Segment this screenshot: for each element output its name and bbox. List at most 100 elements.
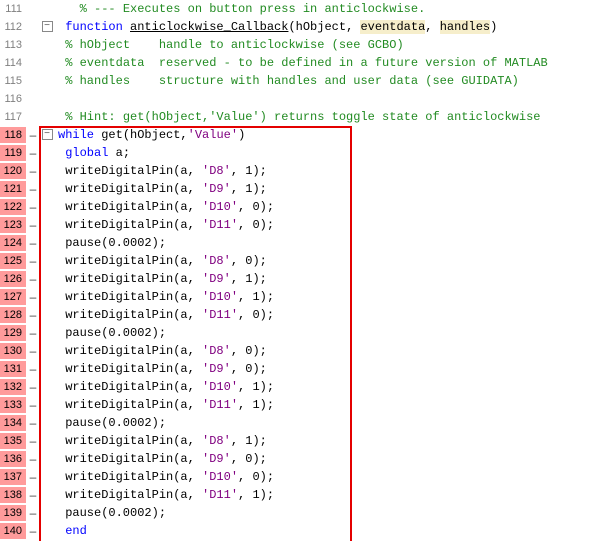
exec-marker: – [26, 216, 40, 234]
code-text[interactable]: pause(0.0002); [54, 324, 595, 342]
editor-line: 128– writeDigitalPin(a, 'D11', 0); [0, 306, 595, 324]
exec-marker: – [26, 270, 40, 288]
line-number[interactable]: 136 [0, 451, 26, 468]
code-text[interactable]: writeDigitalPin(a, 'D9', 1); [54, 270, 595, 288]
code-text[interactable]: writeDigitalPin(a, 'D8', 1); [54, 432, 595, 450]
exec-marker: – [26, 180, 40, 198]
code-text[interactable]: writeDigitalPin(a, 'D11', 0); [54, 216, 595, 234]
editor-line: 139– pause(0.0002); [0, 504, 595, 522]
line-number[interactable]: 125 [0, 253, 26, 270]
line-number[interactable]: 116 [0, 91, 26, 108]
code-text[interactable]: while get(hObject,'Value') [54, 126, 595, 144]
code-text[interactable]: writeDigitalPin(a, 'D11', 1); [54, 396, 595, 414]
code-text[interactable]: writeDigitalPin(a, 'D8', 0); [54, 342, 595, 360]
exec-marker: – [26, 522, 40, 540]
line-number[interactable]: 137 [0, 469, 26, 486]
code-text[interactable]: % --- Executes on button press in anticl… [54, 0, 595, 18]
code-text[interactable]: writeDigitalPin(a, 'D8', 1); [54, 162, 595, 180]
exec-marker: – [26, 396, 40, 414]
code-text[interactable]: % handles structure with handles and use… [54, 72, 595, 90]
editor-line: 118–−while get(hObject,'Value') [0, 126, 595, 144]
code-text[interactable]: writeDigitalPin(a, 'D10', 1); [54, 378, 595, 396]
line-number[interactable]: 111 [0, 1, 26, 18]
line-number[interactable]: 124 [0, 235, 26, 252]
line-number[interactable]: 117 [0, 109, 26, 126]
editor-line: 140– end [0, 522, 595, 540]
exec-marker: – [26, 306, 40, 324]
exec-marker: – [26, 504, 40, 522]
line-number[interactable]: 115 [0, 73, 26, 90]
code-text[interactable]: writeDigitalPin(a, 'D10', 1); [54, 288, 595, 306]
editor-line: 127– writeDigitalPin(a, 'D10', 1); [0, 288, 595, 306]
code-text[interactable]: function anticlockwise_Callback(hObject,… [54, 18, 595, 36]
code-text[interactable]: writeDigitalPin(a, 'D8', 0); [54, 252, 595, 270]
line-number[interactable]: 129 [0, 325, 26, 342]
line-number[interactable]: 114 [0, 55, 26, 72]
code-text[interactable]: global a; [54, 144, 595, 162]
code-text[interactable]: pause(0.0002); [54, 234, 595, 252]
editor-line: 115 % handles structure with handles and… [0, 72, 595, 90]
line-number[interactable]: 130 [0, 343, 26, 360]
line-number[interactable]: 140 [0, 523, 26, 540]
code-text[interactable]: % Hint: get(hObject,'Value') returns tog… [54, 108, 595, 126]
editor-line: 131– writeDigitalPin(a, 'D9', 0); [0, 360, 595, 378]
code-text[interactable]: writeDigitalPin(a, 'D9', 0); [54, 450, 595, 468]
editor-line: 111 % --- Executes on button press in an… [0, 0, 595, 18]
code-text[interactable]: writeDigitalPin(a, 'D9', 1); [54, 180, 595, 198]
exec-marker: – [26, 288, 40, 306]
fold-toggle[interactable]: − [42, 129, 53, 140]
line-number[interactable]: 128 [0, 307, 26, 324]
code-text[interactable]: writeDigitalPin(a, 'D10', 0); [54, 198, 595, 216]
editor-line: 114 % eventdata reserved - to be defined… [0, 54, 595, 72]
exec-marker: – [26, 450, 40, 468]
code-text[interactable]: writeDigitalPin(a, 'D10', 0); [54, 468, 595, 486]
exec-marker: – [26, 198, 40, 216]
editor-line: 125– writeDigitalPin(a, 'D8', 0); [0, 252, 595, 270]
editor-line: 116 [0, 90, 595, 108]
editor-line: 129– pause(0.0002); [0, 324, 595, 342]
fold-toggle[interactable]: − [42, 21, 53, 32]
exec-marker: – [26, 468, 40, 486]
editor-line: 132– writeDigitalPin(a, 'D10', 1); [0, 378, 595, 396]
code-text[interactable]: writeDigitalPin(a, 'D11', 0); [54, 306, 595, 324]
code-text[interactable]: writeDigitalPin(a, 'D11', 1); [54, 486, 595, 504]
code-text[interactable]: writeDigitalPin(a, 'D9', 0); [54, 360, 595, 378]
editor-line: 138– writeDigitalPin(a, 'D11', 1); [0, 486, 595, 504]
code-text[interactable]: end [54, 522, 595, 540]
line-number[interactable]: 132 [0, 379, 26, 396]
editor-line: 120– writeDigitalPin(a, 'D8', 1); [0, 162, 595, 180]
editor-line: 117 % Hint: get(hObject,'Value') returns… [0, 108, 595, 126]
line-number[interactable]: 138 [0, 487, 26, 504]
line-number[interactable]: 131 [0, 361, 26, 378]
exec-marker: – [26, 126, 40, 144]
exec-marker: – [26, 360, 40, 378]
line-number[interactable]: 123 [0, 217, 26, 234]
line-number[interactable]: 120 [0, 163, 26, 180]
code-text[interactable]: pause(0.0002); [54, 504, 595, 522]
editor-line: 113 % hObject handle to anticlockwise (s… [0, 36, 595, 54]
editor-line: 134– pause(0.0002); [0, 414, 595, 432]
code-text[interactable]: % hObject handle to anticlockwise (see G… [54, 36, 595, 54]
line-number[interactable]: 113 [0, 37, 26, 54]
editor-line: 135– writeDigitalPin(a, 'D8', 1); [0, 432, 595, 450]
line-number[interactable]: 126 [0, 271, 26, 288]
fold-column: − [40, 21, 54, 33]
fold-column: − [40, 129, 54, 141]
line-number[interactable]: 119 [0, 145, 26, 162]
editor-line: 126– writeDigitalPin(a, 'D9', 1); [0, 270, 595, 288]
exec-marker: – [26, 342, 40, 360]
line-number[interactable]: 139 [0, 505, 26, 522]
line-number[interactable]: 122 [0, 199, 26, 216]
line-number[interactable]: 121 [0, 181, 26, 198]
exec-marker: – [26, 324, 40, 342]
line-number[interactable]: 135 [0, 433, 26, 450]
exec-marker: – [26, 144, 40, 162]
line-number[interactable]: 133 [0, 397, 26, 414]
line-number[interactable]: 112 [0, 19, 26, 36]
code-text[interactable]: pause(0.0002); [54, 414, 595, 432]
line-number[interactable]: 134 [0, 415, 26, 432]
line-number[interactable]: 127 [0, 289, 26, 306]
editor-line: 130– writeDigitalPin(a, 'D8', 0); [0, 342, 595, 360]
code-text[interactable]: % eventdata reserved - to be defined in … [54, 54, 595, 72]
line-number[interactable]: 118 [0, 127, 26, 144]
